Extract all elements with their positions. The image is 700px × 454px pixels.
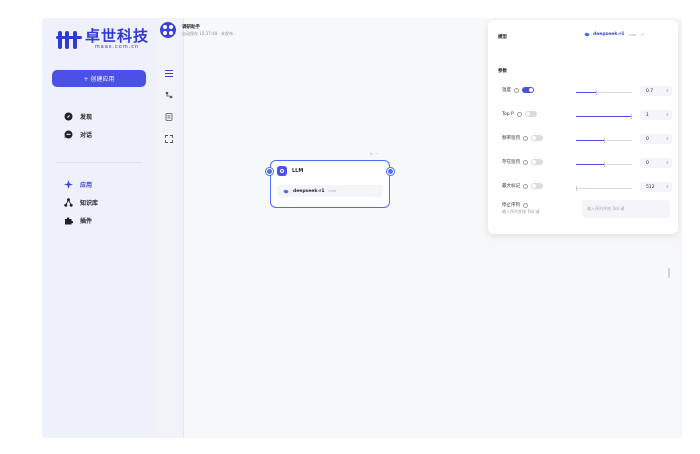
sidebar: 卓世科技 maas.com.cn + 创建应用 发现 对话 应用 知识库 插件 bbox=[42, 18, 156, 438]
temperature-toggle[interactable] bbox=[522, 87, 534, 93]
sidebar-item-label: 插件 bbox=[80, 218, 93, 225]
top-p-value: 1 bbox=[646, 112, 649, 118]
canvas-scrollbar[interactable] bbox=[668, 268, 670, 278]
deepseek-icon bbox=[584, 32, 590, 37]
top-p-slider[interactable] bbox=[576, 114, 632, 119]
list-icon[interactable] bbox=[164, 68, 174, 78]
network-icon bbox=[64, 198, 73, 207]
llm-node[interactable]: LLM deepseek-r1 CHAT bbox=[266, 160, 394, 208]
frequency-penalty-value: 0 bbox=[646, 136, 649, 142]
node-model-chip[interactable]: deepseek-r1 CHAT bbox=[277, 185, 383, 197]
info-icon[interactable] bbox=[523, 202, 528, 208]
document-icon[interactable] bbox=[164, 112, 174, 122]
sidebar-item-knowledge[interactable]: 知识库 bbox=[64, 198, 98, 207]
stop-hint: 输入序列并按 Tab 键 bbox=[502, 209, 540, 214]
param-label: Top P bbox=[502, 111, 514, 117]
info-icon[interactable] bbox=[516, 111, 522, 117]
expand-icon[interactable] bbox=[164, 134, 174, 144]
frequency-penalty-toggle[interactable] bbox=[531, 135, 543, 141]
stepper-icon[interactable]: ⇕ bbox=[666, 88, 669, 93]
output-handle[interactable] bbox=[387, 168, 394, 175]
sidebar-item-plugins[interactable]: 插件 bbox=[64, 216, 92, 225]
app-avatar[interactable] bbox=[160, 22, 176, 38]
max-tokens-toggle[interactable] bbox=[531, 183, 543, 189]
node-model-tag: CHAT bbox=[328, 189, 337, 193]
presence-penalty-toggle[interactable] bbox=[531, 159, 543, 165]
sidebar-item-discover[interactable]: 发现 bbox=[64, 112, 92, 121]
top-p-toggle[interactable] bbox=[524, 111, 537, 117]
stepper-icon[interactable]: ⇕ bbox=[666, 112, 669, 117]
param-label: 最大标记 bbox=[502, 184, 520, 189]
param-max-tokens: 最大标记 bbox=[502, 183, 543, 189]
top-p-input[interactable]: 1 ⇕ bbox=[640, 110, 672, 120]
logo-mark-icon bbox=[56, 28, 82, 50]
max-tokens-input[interactable]: 512 ⇕ bbox=[640, 182, 672, 192]
max-tokens-value: 512 bbox=[646, 184, 655, 190]
sidebar-item-label: 知识库 bbox=[80, 200, 99, 207]
presence-penalty-slider[interactable] bbox=[576, 162, 632, 167]
frequency-penalty-slider[interactable] bbox=[576, 138, 632, 143]
deepseek-icon bbox=[283, 189, 289, 193]
temperature-slider[interactable] bbox=[576, 90, 632, 95]
node-model-name: deepseek-r1 bbox=[293, 188, 325, 194]
presence-penalty-input[interactable]: 0 ⇕ bbox=[640, 158, 672, 168]
sidebar-item-label: 发现 bbox=[80, 114, 93, 121]
node-toolbar[interactable]: ▷ ··· bbox=[370, 151, 378, 156]
node-title: LLM bbox=[292, 168, 304, 174]
model-select-value: deepseek-r1 bbox=[593, 32, 625, 37]
breadcrumb: 调研助手 自动保存 15:37:48 · 未发布 bbox=[160, 22, 233, 38]
stepper-icon[interactable]: ⇕ bbox=[666, 160, 669, 165]
tool-rail bbox=[156, 18, 184, 438]
brand-subtitle: maas.com.cn bbox=[94, 44, 140, 50]
model-select-tag: CHAT bbox=[628, 32, 637, 37]
chevron-down-icon: ⌄ bbox=[640, 32, 645, 37]
sparkle-icon bbox=[64, 180, 73, 189]
brand-logo[interactable]: 卓世科技 maas.com.cn bbox=[56, 28, 149, 50]
compass-icon bbox=[64, 112, 73, 121]
brand-text: 卓世科技 maas.com.cn bbox=[85, 28, 149, 50]
presence-penalty-value: 0 bbox=[646, 160, 649, 166]
node-header: LLM bbox=[277, 166, 303, 176]
param-label: 温度 bbox=[502, 88, 511, 93]
input-handle[interactable] bbox=[266, 168, 273, 175]
params-label: 参数 bbox=[498, 69, 507, 74]
param-stop-sequence: 停止序列 输入序列并按 Tab 键 bbox=[502, 202, 539, 215]
info-icon[interactable] bbox=[523, 135, 528, 141]
stop-sequence-input[interactable]: 输入序列并按 Tab 键 bbox=[582, 200, 670, 218]
param-top-p: Top P bbox=[502, 111, 537, 117]
sidebar-item-label: 应用 bbox=[80, 182, 93, 189]
branch-icon[interactable] bbox=[164, 90, 174, 100]
sidebar-divider bbox=[56, 162, 142, 163]
param-presence-penalty: 存在惩罚 bbox=[502, 159, 543, 165]
model-settings-panel: 模型 deepseek-r1 CHAT ⌄ 参数 温度 0.7 ⇕ Top P 1… bbox=[488, 20, 678, 234]
info-icon[interactable] bbox=[523, 183, 528, 189]
param-label: 频率惩罚 bbox=[502, 136, 520, 141]
frequency-penalty-input[interactable]: 0 ⇕ bbox=[640, 134, 672, 144]
stepper-icon[interactable]: ⇕ bbox=[666, 184, 669, 189]
save-status: 自动保存 15:37:48 · 未发布 bbox=[182, 30, 234, 36]
temperature-input[interactable]: 0.7 ⇕ bbox=[640, 86, 672, 96]
puzzle-icon bbox=[64, 216, 74, 225]
model-label: 模型 bbox=[498, 35, 507, 40]
temperature-value: 0.7 bbox=[646, 88, 654, 94]
info-icon[interactable] bbox=[523, 159, 528, 165]
param-frequency-penalty: 频率惩罚 bbox=[502, 135, 543, 141]
llm-icon bbox=[277, 166, 287, 176]
chat-bubble-icon bbox=[64, 130, 73, 139]
param-label: 存在惩罚 bbox=[502, 160, 520, 165]
max-tokens-slider[interactable] bbox=[576, 186, 632, 191]
param-label: 停止序列 bbox=[502, 203, 520, 208]
sidebar-item-apps[interactable]: 应用 bbox=[64, 180, 92, 189]
brand-name: 卓世科技 bbox=[85, 27, 150, 45]
create-app-button[interactable]: + 创建应用 bbox=[52, 70, 146, 87]
model-select[interactable]: deepseek-r1 CHAT ⌄ bbox=[584, 32, 644, 37]
sidebar-item-chat[interactable]: 对话 bbox=[64, 130, 92, 139]
stepper-icon[interactable]: ⇕ bbox=[666, 136, 669, 141]
info-icon[interactable] bbox=[514, 87, 519, 93]
param-temperature: 温度 bbox=[502, 87, 534, 93]
sidebar-item-label: 对话 bbox=[80, 132, 93, 139]
